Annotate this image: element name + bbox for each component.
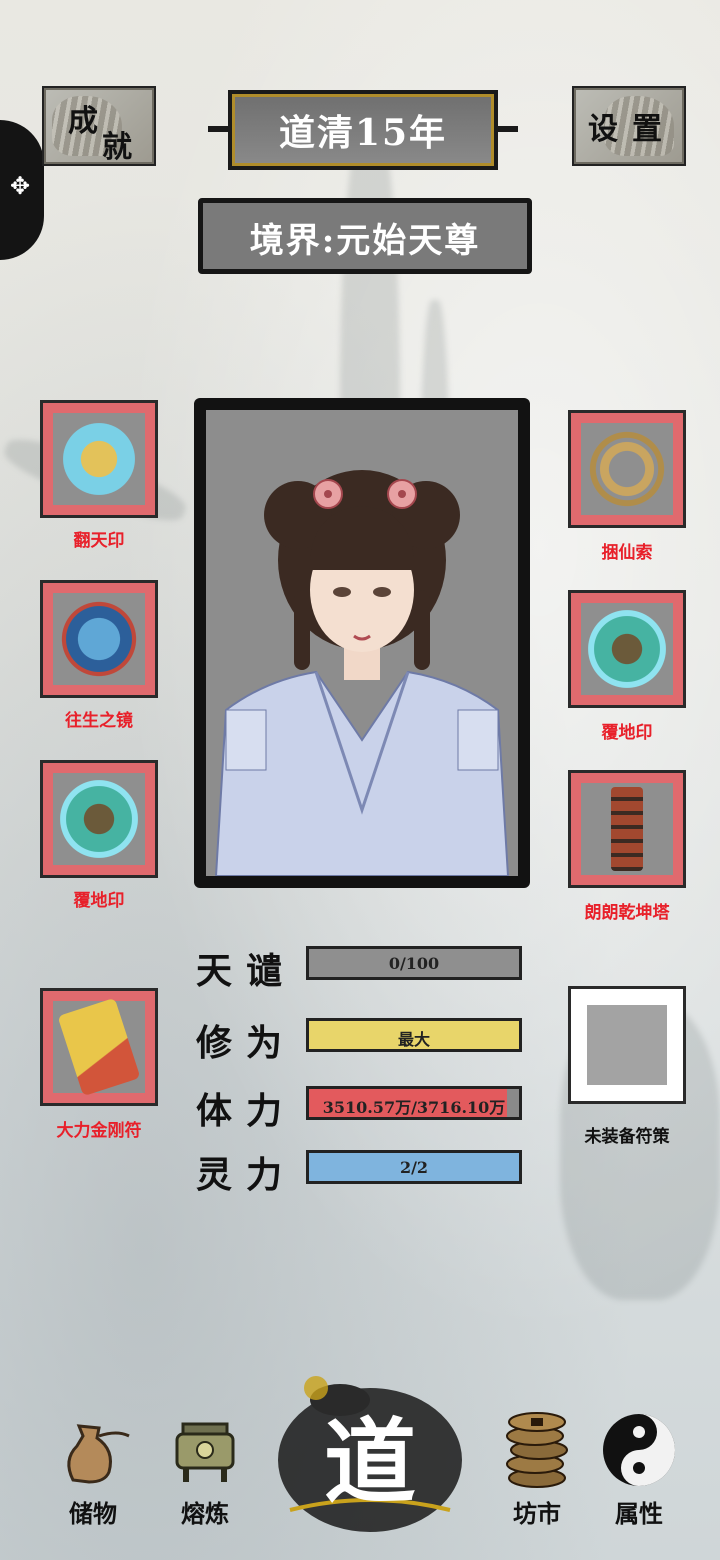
equipment-label: 大力金刚符: [56, 1121, 142, 1141]
turtle-seal-icon: [57, 777, 141, 861]
pouch-icon: [67, 1424, 130, 1484]
equipment-label: 往生之镜: [65, 711, 133, 731]
character-portrait-frame: [194, 398, 530, 888]
puzzle-icon: ✥: [9, 172, 31, 200]
equipment-slot-right-1[interactable]: [568, 410, 686, 528]
bar-value: 最大: [397, 1030, 430, 1049]
yin-yang-icon: [603, 1414, 675, 1486]
dao-label: 道: [323, 1408, 416, 1516]
cultivation-bar: 最大: [306, 1018, 522, 1052]
nav-attributes[interactable]: 属性: [594, 1410, 684, 1529]
bar-value: 3510.57万/3716.10万: [322, 1098, 506, 1117]
character-illustration: [206, 410, 518, 876]
coins-icon: [506, 1412, 568, 1488]
nav-storage-label: 储物: [69, 1499, 117, 1528]
heavenly-punishment-bar: 0/100: [306, 946, 522, 980]
nav-storage[interactable]: 储物: [48, 1410, 138, 1529]
equipment-slot-right-3[interactable]: [568, 770, 686, 888]
bar-value: 0/100: [388, 954, 440, 973]
realm-title-plate: 境界:元始天尊: [198, 198, 532, 274]
equipment-slot-left-4[interactable]: [40, 988, 158, 1106]
equipment-label: 未装备符策: [584, 1127, 670, 1147]
dragon-seal-icon: [57, 417, 141, 501]
equipment-label: 朗朗乾坤塔: [584, 903, 670, 923]
nav-dao[interactable]: 道: [270, 1360, 470, 1540]
equipment-slot-left-2[interactable]: [40, 580, 158, 698]
pagoda-icon: [611, 787, 643, 871]
side-menu-tab[interactable]: ✥: [0, 120, 44, 260]
bar-value: 2/2: [399, 1158, 429, 1177]
character-portrait[interactable]: [206, 410, 518, 876]
equipment-slot-right-4-empty[interactable]: [568, 986, 686, 1104]
equipment-label: 翻天印: [73, 531, 125, 551]
stat-label-stamina: 体力: [196, 1090, 297, 1132]
stat-label-cultivation: 修为: [196, 1022, 297, 1064]
equipment-slot-left-1[interactable]: [40, 400, 158, 518]
equipment-label: 覆地印: [601, 723, 653, 743]
nav-smelting-label: 熔炼: [181, 1499, 229, 1528]
cauldron-icon: [175, 1422, 235, 1482]
settings-label: 置: [632, 112, 662, 147]
rope-icon: [585, 427, 669, 511]
achievements-label: 就: [102, 130, 132, 165]
achievements-button[interactable]: 成 就: [42, 86, 156, 166]
settings-label: 设: [588, 112, 618, 147]
year-title: 道清15年: [278, 112, 448, 154]
settings-button[interactable]: 设 置: [572, 86, 686, 166]
stat-label-spirit: 灵力: [196, 1154, 297, 1196]
achievements-label: 成: [68, 104, 98, 139]
nav-market[interactable]: 坊市: [492, 1400, 582, 1529]
nav-attributes-label: 属性: [615, 1499, 663, 1528]
turtle-seal-icon: [585, 607, 669, 691]
stat-label-heavenly-punishment: 天谴: [196, 950, 297, 992]
equipment-label: 覆地印: [73, 891, 125, 911]
stamina-bar: 3510.57万/3716.10万: [306, 1086, 522, 1120]
equipment-label: 捆仙索: [601, 543, 653, 563]
nav-smelting[interactable]: 熔炼: [160, 1410, 250, 1529]
nav-market-label: 坊市: [513, 1499, 561, 1528]
equipment-slot-right-2[interactable]: [568, 590, 686, 708]
spirit-bar: 2/2: [306, 1150, 522, 1184]
mirror-icon: [57, 597, 141, 681]
year-title-plate: 道清15年: [208, 90, 518, 170]
equipment-slot-left-3[interactable]: [40, 760, 158, 878]
realm-title: 境界:元始天尊: [249, 221, 481, 261]
